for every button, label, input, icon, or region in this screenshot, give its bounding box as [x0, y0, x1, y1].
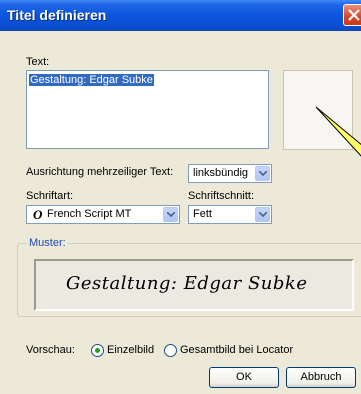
title-text-input[interactable]: Gestaltung: Edgar Subke	[26, 70, 269, 149]
callout-pointer-icon	[315, 106, 361, 157]
title-bar[interactable]: Titel definieren	[0, 0, 361, 31]
text-label: Text:	[26, 56, 50, 68]
alignment-label: Ausrichtung mehrzeiliger Text:	[26, 166, 174, 178]
opentype-font-icon: O	[33, 207, 43, 222]
preview-label: Vorschau:	[26, 344, 75, 356]
radio-checked-dot	[95, 348, 100, 353]
selected-text: Gestaltung: Edgar Subke	[29, 74, 154, 86]
radio-overall-image[interactable]	[164, 344, 177, 357]
chevron-down-icon[interactable]	[255, 166, 270, 181]
radio-overall-image-label[interactable]: Gesamtbild bei Locator	[180, 344, 293, 356]
alignment-select[interactable]: linksbündig	[188, 164, 272, 183]
style-label: Schriftschnitt:	[188, 190, 255, 202]
cancel-button[interactable]: Abbruch	[286, 367, 356, 388]
sample-preview-box: Gestaltung: Edgar Subke	[34, 259, 354, 311]
sample-text: Gestaltung: Edgar Subke	[66, 273, 308, 294]
sample-legend: Muster:	[27, 237, 68, 249]
font-select[interactable]: O French Script MT	[26, 205, 180, 224]
dialog-window: Titel definieren Text: Gestaltung: Edgar…	[0, 0, 361, 394]
alignment-value: linksbündig	[193, 167, 249, 179]
radio-single-image-label[interactable]: Einzelbild	[107, 344, 154, 356]
style-value: Fett	[193, 208, 212, 220]
font-value: French Script MT	[47, 208, 132, 220]
window-title: Titel definieren	[7, 7, 107, 23]
ok-button[interactable]: OK	[209, 367, 279, 388]
chevron-down-icon[interactable]	[255, 207, 270, 222]
style-select[interactable]: Fett	[188, 205, 272, 224]
close-button[interactable]	[343, 4, 361, 26]
chevron-down-icon[interactable]	[163, 207, 178, 222]
close-icon	[348, 9, 360, 21]
radio-single-image[interactable]	[91, 344, 104, 357]
font-label: Schriftart:	[26, 190, 74, 202]
